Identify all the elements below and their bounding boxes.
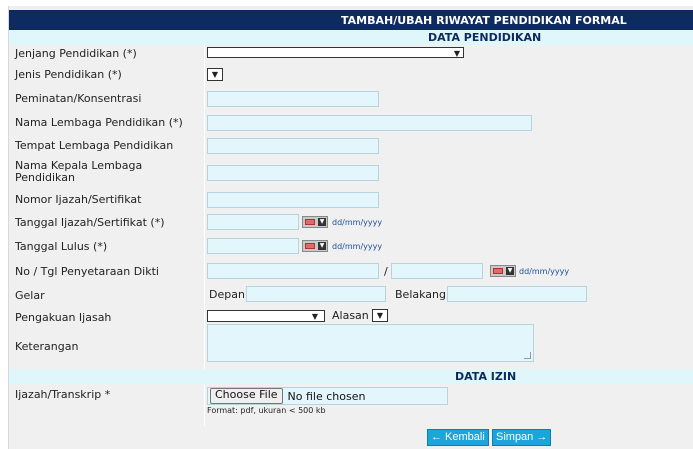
date-format-hint: dd/mm/yyyy xyxy=(332,218,383,227)
form-panel: TAMBAH/UBAH RIWAYAT PENDIDIKAN FORMAL DA… xyxy=(8,6,693,449)
input-kepala[interactable] xyxy=(207,165,379,181)
dropdown-arrow-icon: ▼ xyxy=(311,312,318,321)
label-kepala: Nama Kepala Lembaga Pendidikan xyxy=(15,159,143,184)
label-nomor-ijazah: Nomor Ijazah/Sertifikat xyxy=(15,193,142,206)
input-lembaga[interactable] xyxy=(207,115,532,131)
kembali-button[interactable]: ← Kembali xyxy=(427,429,489,446)
label-pengakuan: Pengakuan Ijasah xyxy=(15,311,112,324)
select-jenjang[interactable]: ▼ xyxy=(207,47,464,58)
resize-handle-icon[interactable] xyxy=(524,352,531,359)
file-status: No file chosen xyxy=(287,389,366,403)
label-keterangan: Keterangan xyxy=(15,340,79,353)
input-tanggal-ijazah[interactable] xyxy=(207,214,299,230)
input-penyetaraan-tanggal[interactable] xyxy=(391,263,483,279)
section-title-pendidikan: DATA PENDIDIKAN xyxy=(428,31,542,44)
form-title: TAMBAH/UBAH RIWAYAT PENDIDIKAN FORMAL xyxy=(341,13,627,27)
input-tempat[interactable] xyxy=(207,138,379,154)
section-title-izin: DATA IZIN xyxy=(455,370,517,383)
choose-file-button[interactable]: Choose File xyxy=(210,388,283,404)
input-nomor-ijazah[interactable] xyxy=(207,192,379,208)
textarea-keterangan[interactable] xyxy=(207,324,534,362)
dropdown-arrow-icon: ▼ xyxy=(376,311,383,320)
select-jenis[interactable]: ▼ xyxy=(207,68,223,81)
label-alasan: Alasan xyxy=(332,309,369,322)
date-format-hint: dd/mm/yyyy xyxy=(332,242,383,251)
simpan-button[interactable]: Simpan → xyxy=(492,429,552,446)
label-lembaga: Nama Lembaga Pendidikan (*) xyxy=(15,116,183,129)
calendar-icon[interactable]: ▼ xyxy=(302,216,328,228)
input-gelar-belakang[interactable] xyxy=(447,286,587,302)
action-bar: ← Kembali Simpan → xyxy=(9,426,693,449)
penyetaraan-separator: / xyxy=(384,265,388,278)
label-tanggal-ijazah: Tanggal Ijazah/Sertifikat (*) xyxy=(15,216,165,229)
section-header-pendidikan: DATA PENDIDIKAN xyxy=(9,30,693,45)
input-penyetaraan-nomor[interactable] xyxy=(207,263,379,279)
label-ijazah: Ijazah/Transkrip * xyxy=(15,388,111,401)
file-format-note: Format: pdf, ukuran < 500 kb xyxy=(207,406,326,415)
form-title-bar: TAMBAH/UBAH RIWAYAT PENDIDIKAN FORMAL xyxy=(9,10,693,30)
input-tanggal-lulus[interactable] xyxy=(207,238,299,254)
section-header-izin: DATA IZIN xyxy=(9,369,693,384)
label-gelar: Gelar xyxy=(15,289,45,302)
label-jenis: Jenis Pendidikan (*) xyxy=(15,68,122,81)
input-peminatan[interactable] xyxy=(207,91,379,107)
select-pengakuan[interactable]: ▼ xyxy=(207,310,325,322)
file-upload-ijazah[interactable]: Choose File No file chosen xyxy=(207,387,448,405)
dropdown-arrow-icon: ▼ xyxy=(453,49,460,58)
label-tempat: Tempat Lembaga Pendidikan xyxy=(15,139,174,152)
label-jenjang: Jenjang Pendidikan (*) xyxy=(15,47,137,60)
calendar-icon[interactable]: ▼ xyxy=(490,265,516,277)
label-gelar-belakang: Belakang xyxy=(395,288,446,301)
date-format-hint: dd/mm/yyyy xyxy=(519,267,570,276)
label-tanggal-lulus: Tanggal Lulus (*) xyxy=(15,240,108,253)
input-gelar-depan[interactable] xyxy=(246,286,386,302)
label-peminatan: Peminatan/Konsentrasi xyxy=(15,92,142,105)
label-penyetaraan: No / Tgl Penyetaraan Dikti xyxy=(15,265,159,278)
label-gelar-depan: Depan xyxy=(209,288,245,301)
select-alasan[interactable]: ▼ xyxy=(372,309,388,322)
calendar-icon[interactable]: ▼ xyxy=(302,240,328,252)
dropdown-arrow-icon: ▼ xyxy=(211,70,218,79)
